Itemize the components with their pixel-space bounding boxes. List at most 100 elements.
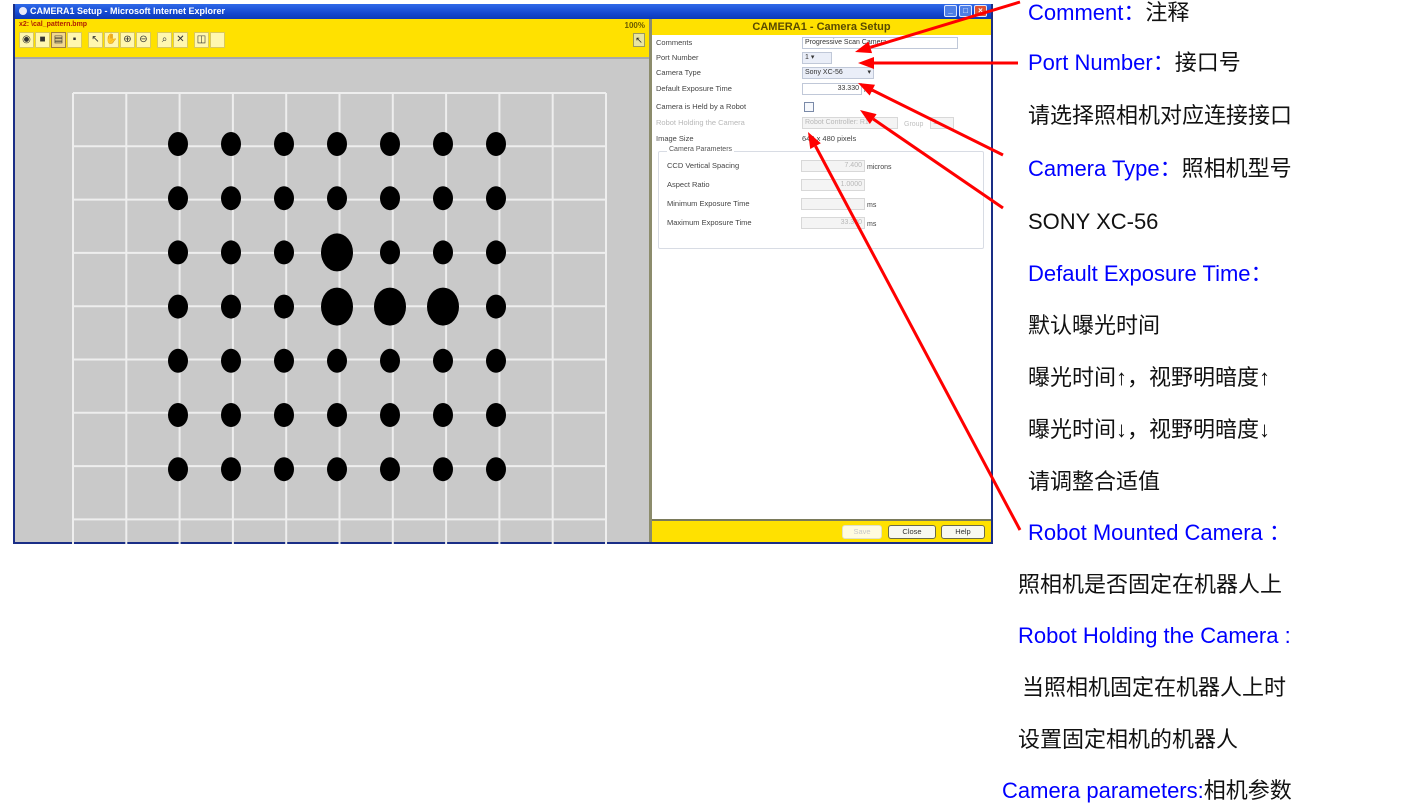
calibration-dot xyxy=(380,240,400,265)
zoom-level: 100% xyxy=(624,21,645,30)
default-exposure-input[interactable]: 33.330 xyxy=(802,83,862,95)
robot-mounted-label: Camera is Held by a Robot xyxy=(656,102,747,111)
param-label: Aspect Ratio xyxy=(667,180,710,189)
calibration-dot xyxy=(168,294,188,319)
pointer-tool-icon[interactable]: ↖ xyxy=(633,33,645,47)
close-button[interactable]: Close xyxy=(888,525,936,539)
close-window-button[interactable]: × xyxy=(974,5,987,17)
calibration-dot xyxy=(433,403,453,427)
annotation-camera-parameters: Camera parameters:相机参数 xyxy=(1002,777,1292,805)
window-controls: _ □ × xyxy=(944,5,987,17)
fit-screen-icon[interactable]: ✕ xyxy=(173,32,188,48)
default-exposure-label: Default Exposure Time xyxy=(656,84,732,93)
calibration-dot-large xyxy=(321,287,353,326)
calibration-dot xyxy=(486,403,506,427)
camera-type-label: Camera Type xyxy=(656,68,701,77)
calibration-dot xyxy=(433,186,453,211)
max-exposure-input[interactable]: 33.330 xyxy=(801,217,865,229)
robot-mounted-checkbox[interactable] xyxy=(804,102,814,112)
live-icon[interactable]: ■ xyxy=(35,32,50,48)
annotation-camera-parameters-cn: 相机参数 xyxy=(1203,778,1292,803)
calibration-dot xyxy=(380,457,400,482)
calibration-dot xyxy=(433,457,453,482)
zoom-in-icon[interactable]: ⊕ xyxy=(120,32,135,48)
image-file-path: x2: \cal_pattern.bmp xyxy=(19,21,88,28)
annotation-exposure-desc: 曝光时间↑，视野明暗度↑ xyxy=(1028,365,1271,390)
group-label: Group xyxy=(904,121,924,128)
title-bar[interactable]: CAMERA1 Setup - Microsoft Internet Explo… xyxy=(15,4,991,19)
calibration-dot xyxy=(327,186,347,211)
annotation-port-cn: 接口号 xyxy=(1174,50,1241,75)
port-number-select[interactable]: 1 ▾ xyxy=(802,52,832,64)
viewer-toolbar: ◉ ■ ▤ ▪ ↖ ✋ ⊕ ⊖ ⌕ ✕ ◫ xyxy=(19,32,225,48)
annotation-robot-holding-desc: 当照相机固定在机器人上时 xyxy=(1022,675,1287,700)
minimize-button[interactable]: _ xyxy=(944,5,957,17)
ccd-spacing-input[interactable]: 7.400 xyxy=(801,160,865,172)
calibration-dot xyxy=(327,348,347,373)
calibration-dot xyxy=(327,457,347,482)
camera-setup-dialog: CAMERA1 - Camera Setup Comments Progress… xyxy=(649,19,991,542)
group-select[interactable]: 1 xyxy=(930,117,954,129)
comment-input[interactable]: Progressive Scan Camera xyxy=(802,37,958,49)
zoom-region-icon[interactable]: ⌕ xyxy=(157,32,172,48)
param-label: Maximum Exposure Time xyxy=(667,218,752,227)
annotation-camera-type-cn: 照相机型号 xyxy=(1181,156,1292,181)
save-image-icon[interactable]: ▪ xyxy=(67,32,82,48)
maximize-button[interactable]: □ xyxy=(959,5,972,17)
snap-icon[interactable]: ◉ xyxy=(19,32,34,48)
split-view-icon[interactable]: ◫ xyxy=(194,32,209,48)
pan-hand-icon[interactable]: ✋ xyxy=(104,32,119,48)
camera-type-select[interactable]: Sony XC-56 ▾ xyxy=(802,67,874,79)
annotation-comment-en: Comment： xyxy=(1028,0,1146,25)
param-label: Minimum Exposure Time xyxy=(667,199,750,208)
calibration-dot xyxy=(221,240,241,265)
calibration-dot xyxy=(486,348,506,373)
camera-parameters-title: Camera Parameters xyxy=(667,146,735,153)
annotation-exposure-desc: 曝光时间↓，视野明暗度↓ xyxy=(1028,417,1271,442)
chevron-down-icon: ▾ xyxy=(810,54,815,61)
open-image-icon[interactable]: ▤ xyxy=(51,32,66,48)
comment-label: Comments xyxy=(656,38,693,47)
ie-app-icon xyxy=(19,7,27,15)
calibration-dot xyxy=(380,186,400,211)
annotation-port-number: Port Number：接口号 xyxy=(1028,49,1241,77)
calibration-dot xyxy=(168,457,188,482)
annotation-port-desc: 请选择照相机对应连接接口 xyxy=(1028,103,1293,128)
min-exposure-input[interactable] xyxy=(801,198,865,210)
calibration-dot xyxy=(486,132,506,156)
aspect-ratio-input[interactable]: 1.0000 xyxy=(801,179,865,191)
image-size-value: 640 x 480 pixels xyxy=(802,134,857,143)
calibration-dot xyxy=(274,240,294,265)
annotation-port-en: Port Number： xyxy=(1028,50,1175,75)
image-canvas[interactable] xyxy=(15,57,649,544)
calibration-dot xyxy=(168,403,188,427)
help-button[interactable]: Help xyxy=(941,525,985,539)
annotation-robot-mounted-desc: 照相机是否固定在机器人上 xyxy=(1018,572,1283,597)
zoom-out-icon[interactable]: ⊖ xyxy=(136,32,151,48)
default-exposure-unit: ms xyxy=(864,87,874,94)
robot-holding-select[interactable]: Robot Controller: R1 xyxy=(802,117,898,129)
annotation-comment: Comment：注释 xyxy=(1028,0,1189,27)
annotation-comment-cn: 注释 xyxy=(1145,0,1190,25)
pointer-icon[interactable]: ↖ xyxy=(88,32,103,48)
annotation-exposure-desc: 默认曝光时间 xyxy=(1028,313,1161,338)
calibration-dot xyxy=(486,240,506,265)
blank-tool-icon[interactable] xyxy=(210,32,225,48)
calibration-dot xyxy=(221,132,241,156)
annotation-camera-type-en: Camera Type： xyxy=(1028,156,1182,181)
annotation-exposure: Default Exposure Time： xyxy=(1028,261,1273,286)
calibration-dot xyxy=(221,294,241,319)
calibration-dot xyxy=(433,132,453,156)
calibration-dot xyxy=(486,294,506,319)
annotation-camera-parameters-en: Camera parameters: xyxy=(1002,778,1204,803)
save-button[interactable]: Save xyxy=(842,525,882,539)
annotation-robot-holding: Robot Holding the Camera : xyxy=(1018,623,1291,648)
browser-window: CAMERA1 Setup - Microsoft Internet Explo… xyxy=(13,4,993,544)
calibration-dot-large xyxy=(321,233,353,272)
calibration-dot xyxy=(274,457,294,482)
calibration-dot xyxy=(168,240,188,265)
annotation-robot-holding-desc: 设置固定相机的机器人 xyxy=(1018,727,1239,752)
annotation-camera-model: SONY XC-56 xyxy=(1028,209,1159,234)
window-title: CAMERA1 Setup - Microsoft Internet Explo… xyxy=(30,6,226,16)
image-viewer: x2: \cal_pattern.bmp 100% ↖ ◉ ■ ▤ ▪ ↖ ✋ ⊕ ⊖ ⌕ ✕ ◫ xyxy=(15,19,649,544)
